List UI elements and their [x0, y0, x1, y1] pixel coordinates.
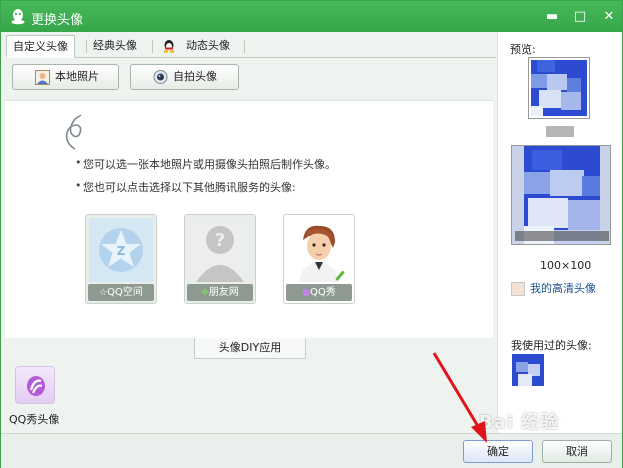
local-photo-button[interactable]: 本地照片	[12, 64, 119, 90]
hd-avatar-icon	[511, 282, 525, 296]
hd-avatar-label: 我的高清头像	[530, 282, 596, 295]
minimize-button[interactable]: ▬	[542, 7, 562, 27]
avatar-source-pane: 自定义头像 经典头像 动态头像 本地照片 自拍头像 • 您可以选一张本地照片或用…	[1, 32, 497, 433]
preview-small-thumbnail	[528, 57, 590, 119]
pengyou-avatar-card[interactable]: ? ✤朋友网	[184, 214, 256, 304]
avatar-diy-apps-tab[interactable]: 头像DIY应用	[194, 338, 306, 359]
preview-large-thumbnail	[511, 145, 611, 245]
qq-penguin-icon	[163, 40, 175, 53]
close-button[interactable]: ✕	[599, 7, 619, 27]
pengyou-question-icon: ?	[188, 218, 252, 282]
qqshow-avatar-app[interactable]	[15, 366, 55, 404]
tab-custom-avatar[interactable]: 自定义头像	[6, 35, 75, 58]
clover-icon: ✤	[201, 288, 209, 298]
selfie-button[interactable]: 自拍头像	[130, 64, 239, 90]
preview-label: 预览:	[510, 43, 536, 56]
qzone-caption: ☆QQ空间	[88, 284, 154, 301]
tab-classic-avatar[interactable]: 经典头像	[87, 35, 143, 58]
hint-text-2: 您也可以点击选择以下其他腾讯服务的头像:	[75, 179, 296, 195]
maximize-button[interactable]: □	[570, 7, 590, 27]
hint-text-1: 您可以选一张本地照片或用摄像头拍照后制作头像。	[75, 156, 336, 172]
used-avatar-thumbnail[interactable]	[512, 354, 544, 386]
qqshow-avatar-card[interactable]: ●QQ秀	[283, 214, 355, 304]
hd-avatar-link[interactable]: 我的高清头像	[511, 280, 596, 296]
preview-size-label: 100×100	[540, 259, 592, 272]
qqshow-caption: ●QQ秀	[286, 284, 352, 301]
star-icon: ☆	[99, 288, 108, 298]
ok-button[interactable]: 确定	[463, 440, 533, 463]
preview-overlay-bar	[515, 231, 609, 241]
avatar-tabs: 自定义头像 经典头像 动态头像	[6, 35, 496, 58]
qq-penguin-icon	[11, 9, 25, 25]
used-avatars-label: 我使用过的头像:	[511, 339, 592, 352]
pengyou-label: 朋友网	[208, 287, 239, 298]
tab-divider	[244, 40, 245, 53]
svg-text:Z: Z	[117, 244, 126, 258]
tab-dynamic-avatar[interactable]: 动态头像	[158, 35, 236, 58]
preview-sidebar: 预览: 100×100 我的高清头像 我使用过的头像:	[497, 32, 622, 433]
qqshow-logo-icon	[27, 376, 45, 396]
avatar-preview-image	[531, 60, 587, 116]
tab-divider	[152, 40, 153, 53]
qzone-label: QQ空间	[107, 287, 143, 298]
svg-text:?: ?	[215, 230, 225, 251]
swirl-decoration-icon	[65, 114, 82, 150]
cancel-button[interactable]: 取消	[542, 440, 612, 463]
portrait-photo-icon	[35, 70, 50, 85]
baidu-jingyan-watermark: Bai 经验	[479, 412, 560, 433]
local-photo-label: 本地照片	[55, 70, 99, 83]
qqshow-logo-icon: ●	[302, 288, 311, 298]
tab-label: 经典头像	[93, 39, 137, 52]
qzone-avatar-card[interactable]: Z ☆QQ空间	[85, 214, 157, 304]
tab-label: 自定义头像	[13, 40, 68, 53]
webcam-icon	[153, 70, 168, 84]
change-avatar-window: 更换头像 ▬ □ ✕ 自定义头像 经典头像 动态头像 本地照片 自拍头像 • 您…	[0, 0, 623, 468]
avatar-preview-image	[512, 354, 544, 386]
title-bar[interactable]: 更换头像 ▬ □ ✕	[1, 1, 622, 32]
qqshow-app-label: QQ秀头像	[9, 413, 60, 426]
window-title: 更换头像	[31, 13, 84, 28]
qzone-star-icon: Z	[89, 218, 153, 282]
preview-nickname-blur	[546, 126, 574, 137]
pengyou-caption: ✤朋友网	[187, 284, 253, 301]
avatar-intro-panel: 您可以选一张本地照片或用摄像头拍照后制作头像。 您也可以点击选择以下其他腾讯服务…	[5, 100, 493, 338]
qqshow-avatar-icon	[287, 218, 351, 282]
qqshow-label: QQ秀	[310, 287, 336, 298]
selfie-label: 自拍头像	[173, 70, 217, 83]
